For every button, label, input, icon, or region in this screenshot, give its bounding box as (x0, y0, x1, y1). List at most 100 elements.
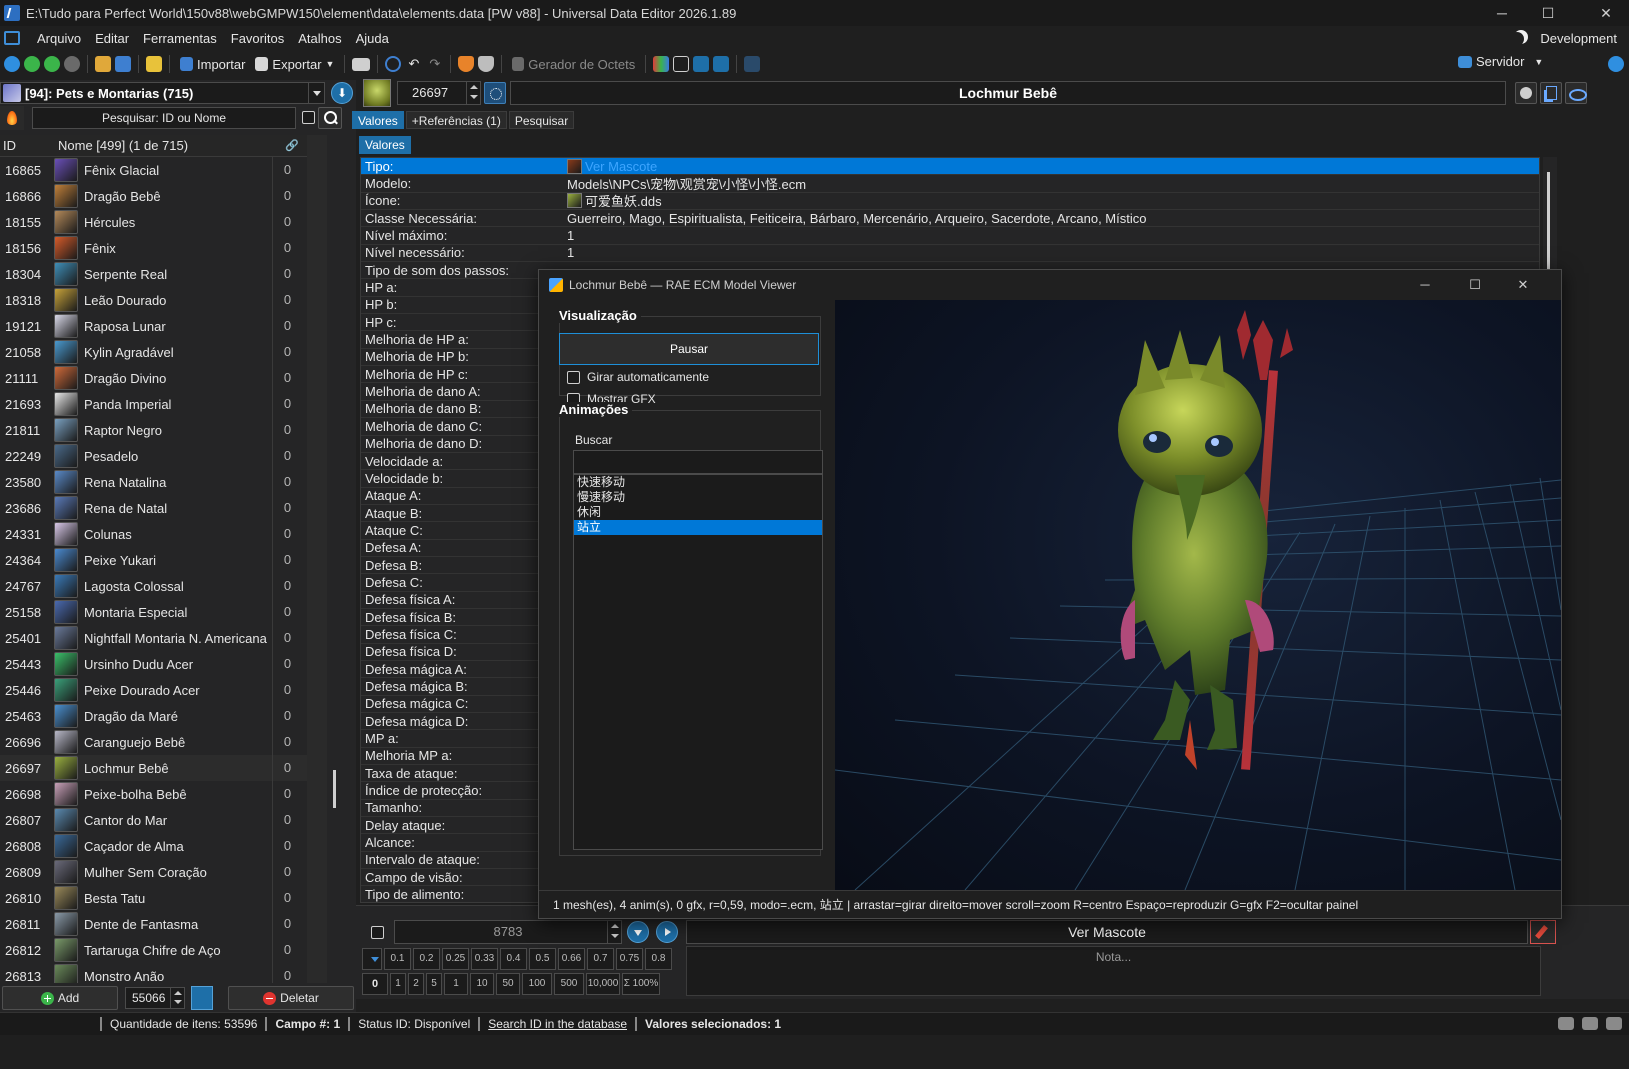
redo-icon[interactable]: ↷ (426, 54, 443, 74)
field-value-button[interactable]: Ver Mascote (686, 920, 1528, 944)
quick-value-button[interactable]: 0.66 (558, 948, 585, 970)
grid-tool-icon[interactable] (673, 56, 690, 72)
list-scrollbar-thumb[interactable] (333, 770, 336, 808)
list-item[interactable]: 25443 Ursinho Dudu Acer 0 (0, 651, 307, 677)
list-item[interactable]: 26697 Lochmur Bebê 0 (0, 755, 307, 781)
arrow-down-button[interactable] (627, 921, 649, 943)
tab-referencias[interactable]: +Referências (1) (405, 111, 507, 129)
column-id[interactable]: ID (0, 138, 56, 153)
layout-icon[interactable] (1582, 1017, 1598, 1030)
blue-action-button[interactable] (191, 986, 213, 1010)
list-item[interactable]: 26813 Monstro Anão 0 (0, 963, 307, 983)
quick-value-button[interactable]: 0.5 (529, 948, 556, 970)
list-item[interactable]: 26812 Tartaruga Chifre de Aço 0 (0, 937, 307, 963)
list-item[interactable]: 23686 Rena de Natal 0 (0, 495, 307, 521)
item-name[interactable]: Lochmur Bebê (510, 81, 1506, 105)
lightbulb-icon[interactable] (713, 56, 730, 72)
search-icon[interactable] (318, 107, 342, 129)
quick-value-button[interactable]: 0.1 (384, 948, 411, 970)
list-item[interactable]: 21058 Kylin Agradável 0 (0, 339, 307, 365)
copy-icon[interactable] (1540, 82, 1562, 104)
pause-button[interactable]: Pausar (559, 333, 819, 365)
quick-value-button[interactable]: 5 (426, 973, 442, 995)
chevron-down-icon[interactable] (308, 83, 324, 103)
eye-icon[interactable] (1565, 82, 1587, 104)
tab-pesquisar[interactable]: Pesquisar (508, 111, 575, 129)
list-item[interactable]: 24331 Colunas 0 (0, 521, 307, 547)
folder-icon[interactable] (95, 56, 111, 72)
palette-icon[interactable] (653, 56, 670, 72)
list-item[interactable]: 25401 Nightfall Montaria N. Americana 0 (0, 625, 307, 651)
list-item[interactable]: 16865 Fênix Glacial 0 (0, 157, 307, 183)
menu-favoritos[interactable]: Favoritos (224, 31, 291, 46)
quick-value-button[interactable]: 0.2 (413, 948, 440, 970)
list-item[interactable]: 26696 Caranguejo Bebê 0 (0, 729, 307, 755)
editor-checkbox[interactable] (371, 926, 384, 939)
moon-icon[interactable] (1510, 32, 1524, 46)
stepper-arrows-icon[interactable] (170, 988, 184, 1008)
quick-value-button[interactable]: 0.25 (442, 948, 469, 970)
count-stepper[interactable]: 55066 (125, 987, 185, 1009)
list-item[interactable]: 18304 Serpente Real 0 (0, 261, 307, 287)
list-item[interactable]: 18155 Hércules 0 (0, 209, 307, 235)
list-item[interactable]: 26809 Mulher Sem Coração 0 (0, 859, 307, 885)
pencil-icon[interactable] (1530, 920, 1556, 944)
property-value[interactable]: Ver Mascote (563, 158, 1539, 174)
list-item[interactable]: 24767 Lagosta Colossal 0 (0, 573, 307, 599)
quick-zero-button[interactable]: 0 (362, 973, 388, 995)
anim-search-input[interactable] (573, 450, 823, 474)
property-row[interactable]: Tipo: Ver Mascote (361, 158, 1539, 176)
quick-value-button[interactable]: 0.75 (616, 948, 643, 970)
property-row[interactable]: Nível necessário: 1 (361, 245, 1539, 263)
menu-ajuda[interactable]: Ajuda (349, 31, 396, 46)
mode-label[interactable]: Development (1540, 31, 1617, 46)
list-item[interactable]: 22249 Pesadelo 0 (0, 443, 307, 469)
calendar-icon[interactable] (693, 56, 710, 72)
list-item[interactable]: 18318 Leão Dourado 0 (0, 287, 307, 313)
add-button[interactable]: Add (2, 986, 118, 1010)
list-item[interactable]: 26808 Caçador de Alma 0 (0, 833, 307, 859)
list-item[interactable]: 26811 Dente de Fantasma 0 (0, 911, 307, 937)
circle-icon[interactable] (1515, 82, 1537, 104)
list-item[interactable]: 25158 Montaria Especial 0 (0, 599, 307, 625)
download-button[interactable]: ⬇ (331, 82, 353, 104)
list-item[interactable]: 21111 Dragão Divino 0 (0, 365, 307, 391)
item-id-stepper[interactable]: 26697 (397, 81, 481, 105)
property-row[interactable]: Classe Necessária: Guerreiro, Mago, Espir… (361, 210, 1539, 228)
tools-icon[interactable] (744, 56, 761, 72)
lock-icon[interactable] (146, 56, 162, 72)
search-field[interactable]: Pesquisar: ID ou Nome (32, 107, 296, 129)
history-icon[interactable] (385, 56, 402, 72)
list-item[interactable]: 23580 Rena Natalina 0 (0, 469, 307, 495)
forward-icon[interactable] (24, 56, 40, 72)
import-button[interactable]: Importar (177, 54, 248, 74)
quick-dropdown[interactable] (362, 948, 382, 970)
target-icon[interactable] (484, 82, 506, 104)
quick-value-button[interactable]: 500 (554, 973, 584, 995)
property-value[interactable]: Models\NPCs\宠物\观赏宠\小怪\小怪.ecm (563, 174, 1539, 193)
back-icon[interactable] (4, 56, 20, 72)
search-checkbox[interactable] (302, 111, 315, 124)
menu-atalhos[interactable]: Atalhos (291, 31, 348, 46)
viewer-close-button[interactable]: ✕ (1501, 270, 1545, 300)
shield-icon[interactable] (458, 56, 475, 72)
viewport-scene[interactable] (835, 300, 1561, 890)
stepper-arrows-icon[interactable] (607, 921, 621, 943)
3d-viewport[interactable] (835, 300, 1561, 890)
shield-check-icon[interactable] (478, 56, 495, 72)
maximize-button[interactable]: ☐ (1525, 0, 1571, 26)
quick-value-button[interactable]: 1 (390, 973, 406, 995)
list-scrollbar[interactable] (307, 135, 327, 983)
auto-rotate-checkbox[interactable] (567, 371, 580, 384)
subtab-valores[interactable]: Valores (359, 136, 411, 154)
column-name[interactable]: Nome [499] (1 de 715) (56, 138, 277, 153)
minimize-button[interactable]: ─ (1479, 0, 1525, 26)
menu-arquivo[interactable]: Arquivo (30, 31, 88, 46)
list-item[interactable]: 26698 Peixe-bolha Bebê 0 (0, 781, 307, 807)
property-row[interactable]: Modelo: Models\NPCs\宠物\观赏宠\小怪\小怪.ecm (361, 174, 1539, 193)
undo-icon[interactable]: ↶ (405, 54, 422, 74)
server-selector[interactable]: Servidor ▼ (1458, 54, 1543, 69)
delete-button[interactable]: Deletar (228, 986, 354, 1010)
quick-value-button[interactable]: 10 (470, 973, 494, 995)
quick-value-button[interactable]: 0.4 (500, 948, 527, 970)
